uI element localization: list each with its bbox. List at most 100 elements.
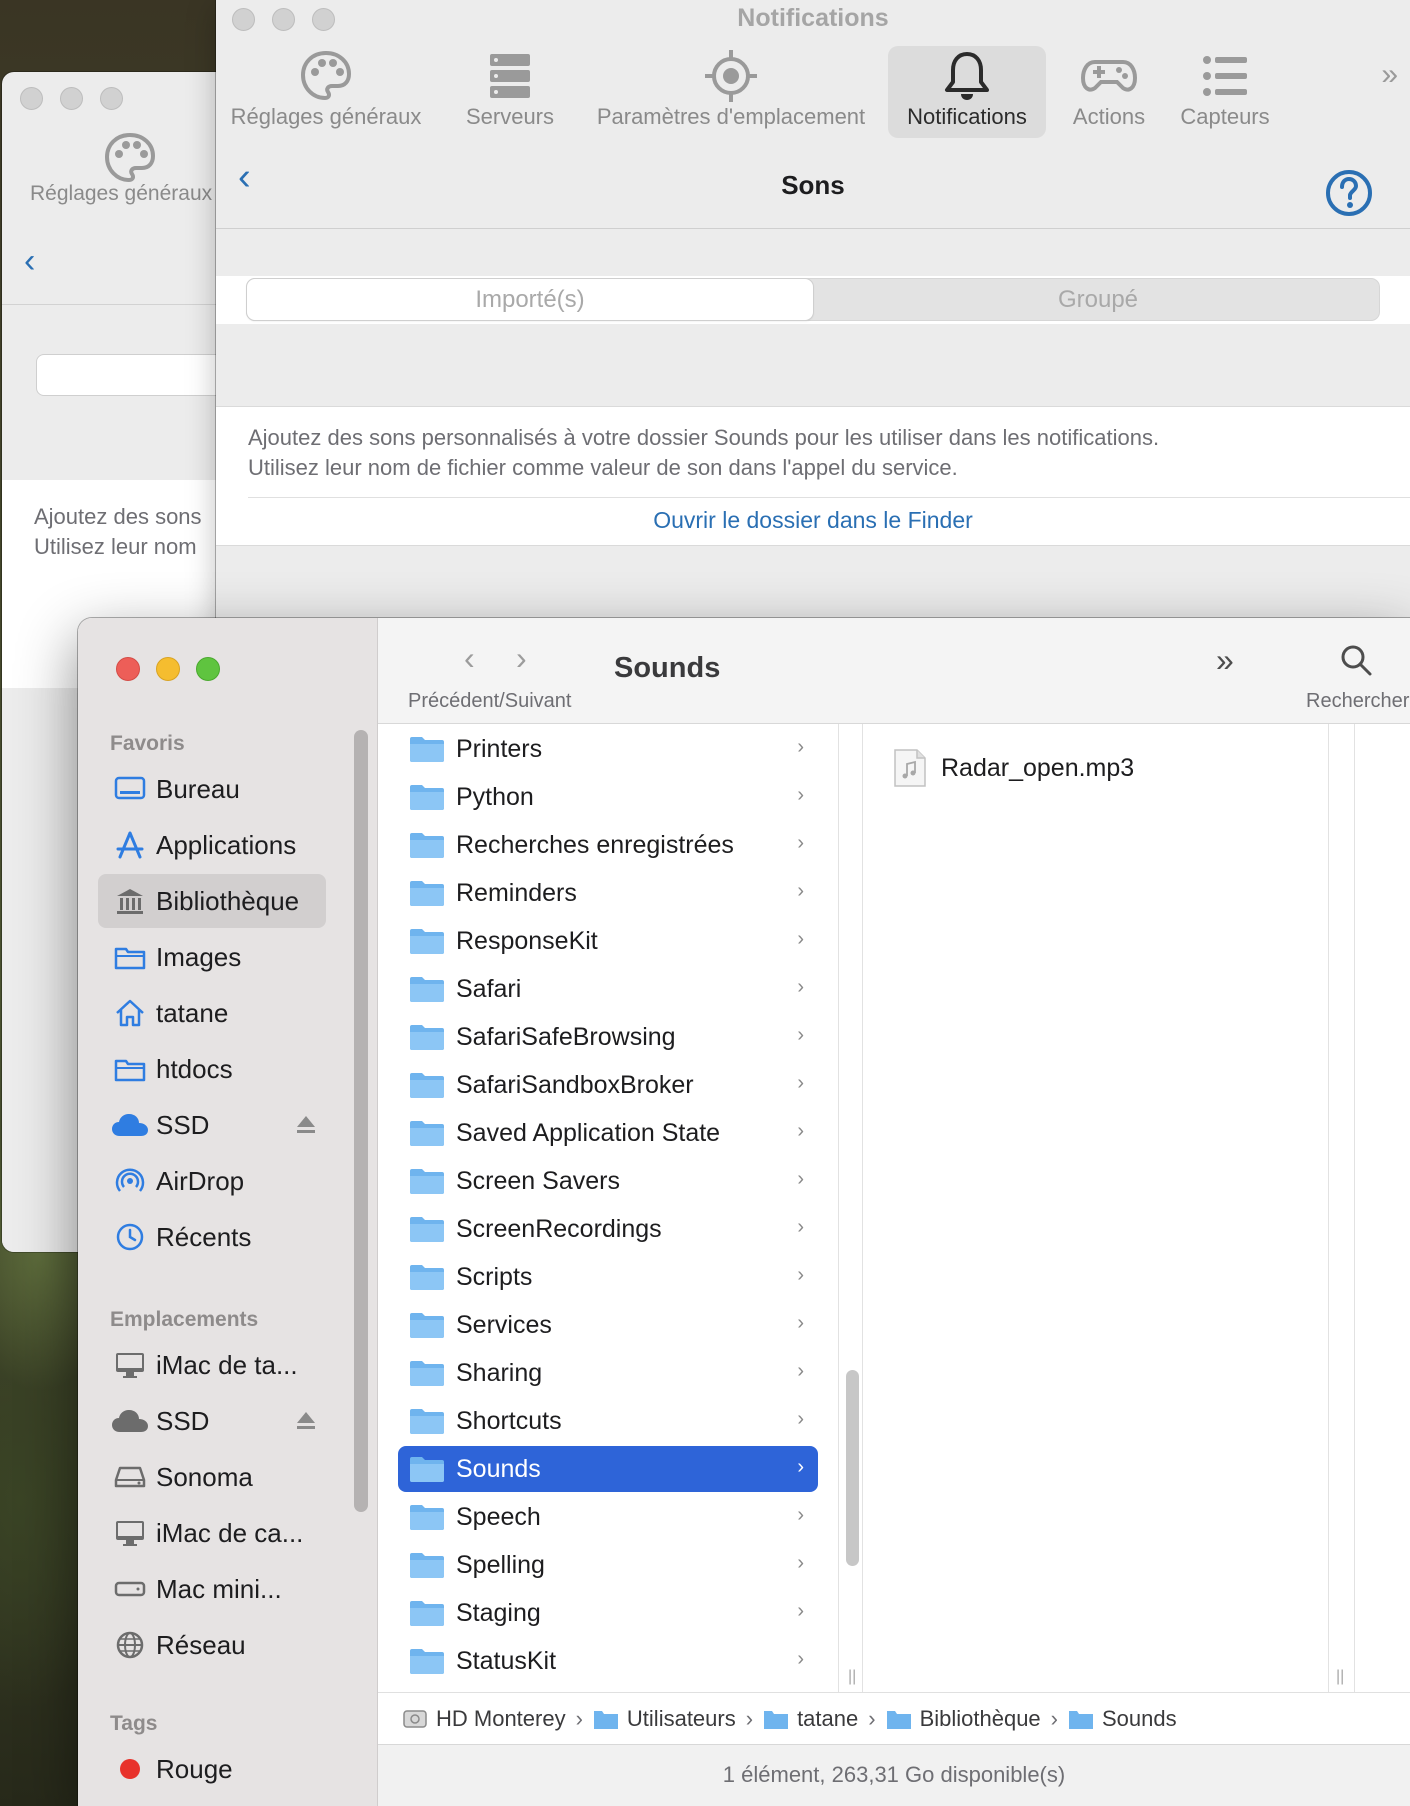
breadcrumb-item[interactable]: HD Monterey › xyxy=(402,1706,593,1732)
back-arrow-icon[interactable]: ‹ xyxy=(464,640,475,677)
sidebar-item-sonoma[interactable]: Sonoma xyxy=(98,1450,326,1504)
sidebar-item-recents[interactable]: Récents xyxy=(98,1210,326,1264)
eject-icon[interactable] xyxy=(294,1112,318,1136)
open-in-finder-link[interactable]: Ouvrir le dossier dans le Finder xyxy=(216,507,1410,534)
breadcrumb-item[interactable]: Sounds xyxy=(1068,1706,1177,1732)
minimize-button[interactable] xyxy=(156,657,180,681)
segment-imported[interactable]: Importé(s) xyxy=(247,279,813,320)
sidebar-item-tatane[interactable]: tatane xyxy=(98,986,326,1040)
folder-icon xyxy=(114,1059,146,1082)
folder-row[interactable]: Screen Savers › xyxy=(398,1158,818,1204)
folder-icon xyxy=(410,881,444,906)
search-icon[interactable] xyxy=(1338,642,1374,678)
toolbar-overflow-chevron-icon[interactable]: » xyxy=(1381,58,1398,92)
toolbar-location[interactable]: Paramètres d'emplacement xyxy=(586,46,876,138)
folder-name: SafariSafeBrowsing xyxy=(456,1022,676,1051)
toolbar-overflow-chevron-icon[interactable]: » xyxy=(1216,642,1234,679)
sidebar-item-imac-ca[interactable]: iMac de ca... xyxy=(98,1506,326,1560)
macmini-icon xyxy=(114,1581,146,1597)
folder-row[interactable]: Staging › xyxy=(398,1590,818,1636)
column-scrollbar[interactable] xyxy=(846,1370,859,1566)
sidebar-item-images[interactable]: Images xyxy=(98,930,326,984)
folder-row[interactable]: Speech › xyxy=(398,1494,818,1540)
sidebar-item-label: Mac mini... xyxy=(156,1573,282,1604)
imac-icon xyxy=(116,1521,144,1546)
sidebar-item-bureau[interactable]: Bureau xyxy=(98,762,326,816)
folder-row[interactable]: ScreenRecordings › xyxy=(398,1206,818,1252)
column-resize-handle[interactable]: || xyxy=(848,1668,856,1686)
column-divider[interactable] xyxy=(838,724,839,1692)
zoom-button[interactable] xyxy=(196,657,220,681)
sidebar-item-label: Bureau xyxy=(156,773,240,804)
breadcrumb-separator-icon: › xyxy=(1050,1705,1058,1731)
window-controls xyxy=(116,657,220,681)
folder-row[interactable]: Services › xyxy=(398,1302,818,1348)
folder-row[interactable]: Shortcuts › xyxy=(398,1398,818,1444)
breadcrumb-item[interactable]: tatane › xyxy=(763,1706,886,1732)
folder-name: Python xyxy=(456,782,534,811)
folder-icon xyxy=(410,1121,444,1146)
sidebar-item-airdrop[interactable]: AirDrop xyxy=(98,1154,326,1208)
drive-icon xyxy=(114,1466,146,1488)
folder-name: Sounds xyxy=(456,1454,541,1483)
column-divider xyxy=(1328,724,1329,1692)
tag-dot-icon xyxy=(120,1759,140,1779)
sidebar-item-htdocs[interactable]: htdocs xyxy=(98,1042,326,1096)
chevron-right-icon: › xyxy=(797,1552,804,1574)
folder-row[interactable]: Recherches enregistrées › xyxy=(398,822,818,868)
sidebar-scrollbar[interactable] xyxy=(354,730,368,1512)
toolbar-servers[interactable]: Serveurs xyxy=(460,46,560,138)
forward-arrow-icon[interactable]: › xyxy=(516,640,527,677)
folder-row[interactable]: Scripts › xyxy=(398,1254,818,1300)
eject-icon[interactable] xyxy=(294,1408,318,1432)
audio-file-icon xyxy=(894,749,926,787)
folder-row[interactable]: Spelling › xyxy=(398,1542,818,1588)
minimize-button[interactable] xyxy=(60,87,83,110)
help-icon[interactable] xyxy=(1324,168,1374,218)
folder-name: Safari xyxy=(456,974,522,1003)
folder-row[interactable]: Printers › xyxy=(398,726,818,772)
sidebar-tag-rouge[interactable]: Rouge xyxy=(98,1742,326,1796)
zoom-button[interactable] xyxy=(100,87,123,110)
column-resize-handle[interactable]: || xyxy=(1336,1668,1344,1686)
sidebar-item-label: AirDrop xyxy=(156,1165,245,1196)
breadcrumb-item[interactable]: Bibliothèque › xyxy=(886,1706,1068,1732)
toolbar-sensors[interactable]: Capteurs xyxy=(1172,46,1278,138)
folder-icon xyxy=(410,833,444,858)
breadcrumb-label: Sounds xyxy=(1102,1705,1177,1731)
toolbar-notifications[interactable]: Notifications xyxy=(888,46,1046,138)
segment-control-partial[interactable] xyxy=(36,354,242,396)
toolbar-actions[interactable]: Actions xyxy=(1064,46,1154,138)
folder-row[interactable]: Reminders › xyxy=(398,870,818,916)
folder-row[interactable]: Python › xyxy=(398,774,818,820)
toolbar-general[interactable]: Réglages généraux xyxy=(231,46,421,138)
folder-row[interactable]: StatusKit › xyxy=(398,1638,818,1684)
sidebar-item-reseau[interactable]: Réseau xyxy=(98,1618,326,1672)
folder-row[interactable]: Saved Application State › xyxy=(398,1110,818,1156)
list-icon xyxy=(1203,56,1247,96)
sidebar-item-ssd-cloud[interactable]: SSD xyxy=(98,1098,326,1152)
close-button[interactable] xyxy=(116,657,140,681)
back-chevron-icon[interactable]: ‹ xyxy=(24,242,35,281)
folder-column: Printers › Python › Recherches enregistrées ›… xyxy=(378,724,838,1692)
folder-row[interactable]: SafariSafeBrowsing › xyxy=(398,1014,818,1060)
sidebar-item-mac-mini[interactable]: Mac mini... xyxy=(98,1562,326,1616)
breadcrumb-item[interactable]: Utilisateurs › xyxy=(593,1706,763,1732)
folder-icon xyxy=(410,977,444,1002)
window-controls xyxy=(20,87,123,110)
file-item[interactable]: Radar_open.mp3 xyxy=(893,748,1134,788)
sidebar-item-ssd-location[interactable]: SSD xyxy=(98,1394,326,1448)
sidebar-item-imac-ta[interactable]: iMac de ta... xyxy=(98,1338,326,1392)
folder-row[interactable]: Safari › xyxy=(398,966,818,1012)
sidebar-item-bibliotheque[interactable]: Bibliothèque xyxy=(98,874,326,928)
folder-row[interactable]: SafariSandboxBroker › xyxy=(398,1062,818,1108)
folder-row[interactable]: ResponseKit › xyxy=(398,918,818,964)
folder-row[interactable]: Sounds › xyxy=(398,1446,818,1492)
file-name: Radar_open.mp3 xyxy=(941,753,1135,782)
sidebar-item-label: Réseau xyxy=(156,1629,246,1660)
sidebar-item-applications[interactable]: Applications xyxy=(98,818,326,872)
close-button[interactable] xyxy=(20,87,43,110)
segment-grouped[interactable]: Groupé xyxy=(815,279,1381,320)
home-icon xyxy=(116,999,144,1027)
folder-row[interactable]: Sharing › xyxy=(398,1350,818,1396)
